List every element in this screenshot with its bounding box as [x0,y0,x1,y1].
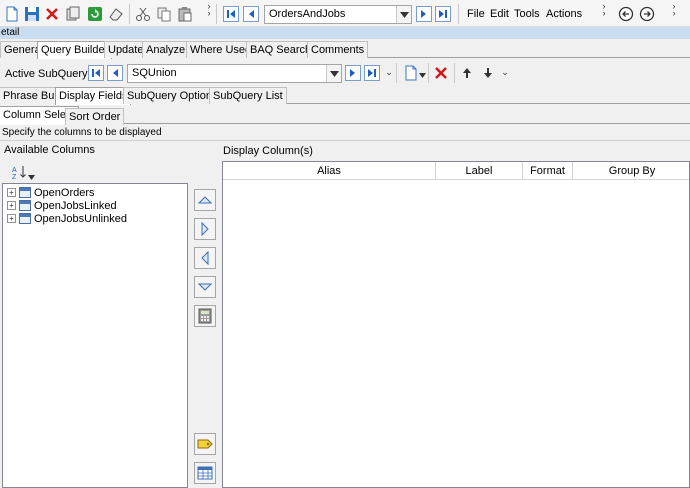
main-tab-strip: General Query Builder Update Analyze Whe… [0,40,690,59]
dashboard-combo-value: OrdersAndJobs [269,8,346,20]
first-record-icon[interactable] [223,6,239,22]
active-subquery-value: SQUnion [132,67,177,79]
copy-icon[interactable] [64,5,82,23]
move-down-icon[interactable] [479,64,497,82]
main-toolbar: › › OrdersAndJobs File Edit Tools Actions… [0,0,690,27]
query-builder-tab-strip: Phrase Build Display Fields SubQuery Opt… [0,86,690,105]
tab-sort-order[interactable]: Sort Order [65,108,125,125]
delete-subquery-icon[interactable] [432,64,450,82]
tab-baq-search[interactable]: BAQ Search [246,41,316,58]
display-fields-tab-strip: Column Select Sort Order [0,105,690,125]
paste-copy-icon[interactable] [155,5,173,23]
tag-icon [197,439,213,449]
expand-icon[interactable]: + [7,214,16,223]
subquery-last-icon[interactable] [364,65,380,81]
available-columns-tree[interactable]: + OpenOrders + OpenJobsLinked + OpenJobs… [2,183,188,488]
instruction-text: Specify the columns to be displayed [2,127,162,138]
triangle-up-icon [198,196,212,204]
back-icon[interactable] [617,5,635,23]
menu-tools[interactable]: Tools [514,8,540,20]
subquery-overflow-icon[interactable]: ⌄ [383,68,393,77]
next-record-icon[interactable] [416,6,432,22]
chevron-down-icon[interactable] [396,6,411,23]
paste-icon[interactable] [176,5,194,23]
last-record-icon[interactable] [435,6,451,22]
label-tag-button[interactable] [194,433,216,455]
chevron-down-icon[interactable] [326,65,341,82]
menu-file[interactable]: File [467,8,485,20]
triangle-down-icon [198,283,212,291]
subquery-next-icon[interactable] [345,65,361,81]
move-column-down-button[interactable] [194,276,216,298]
remove-column-button[interactable] [194,247,216,269]
active-subquery-combo[interactable]: SQUnion [127,64,342,83]
tab-subquery-list[interactable]: SubQuery List [209,87,287,104]
tab-subquery-options[interactable]: SubQuery Options [123,87,222,104]
menu-edit[interactable]: Edit [490,8,509,20]
menu-overflow-icon[interactable]: › › [598,2,608,18]
column-header-group-by[interactable]: Group By [573,162,690,180]
add-column-button[interactable] [194,218,216,240]
tree-node[interactable]: + OpenOrders [7,186,95,199]
subquery-first-icon[interactable] [88,65,104,81]
cut-icon[interactable] [134,5,152,23]
triangle-right-icon [201,222,209,236]
active-subquery-label: Active SubQuery: [5,68,91,80]
expand-icon[interactable]: + [7,201,16,210]
tab-comments[interactable]: Comments [307,41,369,58]
move-column-up-button[interactable] [194,189,216,211]
calculator-icon [198,308,212,324]
panel-title-strip: etail [0,27,690,39]
previous-record-icon[interactable] [243,6,259,22]
triangle-left-icon [201,251,209,265]
tree-node[interactable]: + OpenJobsLinked [7,199,117,212]
subquery-toolbar-overflow-icon[interactable]: ⌄ [499,68,509,77]
table-icon [19,213,31,224]
delete-icon[interactable] [43,5,61,23]
forward-icon[interactable] [638,5,656,23]
save-icon[interactable] [23,5,41,23]
table-icon [19,200,31,211]
sort-az-icon[interactable]: A Z [12,165,28,182]
grid-icon [197,466,213,480]
tree-node-label: OpenJobsLinked [34,199,117,212]
table-icon [19,187,31,198]
subquery-bar: Active SubQuery: SQUnion ⌄ ⌄ [0,59,690,86]
subquery-previous-icon[interactable] [107,65,123,81]
sort-dropdown-icon[interactable] [28,171,35,183]
tab-display-fields[interactable]: Display Fields [55,87,132,105]
grid-layout-button[interactable] [194,462,216,484]
display-columns-grid[interactable]: Alias Label Format Group By [222,161,690,488]
nav-overflow-icon[interactable]: › › [668,2,678,18]
new-subquery-icon[interactable] [402,64,420,82]
tree-node[interactable]: + OpenJobsUnlinked [7,212,127,225]
eraser-icon[interactable] [107,5,125,23]
menu-actions[interactable]: Actions [546,8,582,20]
move-up-icon[interactable] [458,64,476,82]
dashboard-combo[interactable]: OrdersAndJobs [264,5,412,24]
display-columns-title: Display Column(s) [223,145,313,157]
tab-where-used[interactable]: Where Used [186,41,256,58]
column-header-format[interactable]: Format [523,162,573,180]
svg-text:A: A [12,167,17,174]
tab-query-builder[interactable]: Query Builder [37,41,113,59]
refresh-icon[interactable] [86,5,104,23]
toolbar-overflow-icon[interactable]: › › [203,2,213,18]
tree-node-label: OpenJobsUnlinked [34,212,127,225]
available-columns-title: Available Columns [4,144,95,156]
new-icon[interactable] [3,5,21,23]
calculator-button[interactable] [194,305,216,327]
svg-text:Z: Z [12,174,17,179]
tab-analyze[interactable]: Analyze [142,41,190,58]
column-header-label[interactable]: Label [436,162,523,180]
grid-header: Alias Label Format Group By [223,162,689,180]
tab-update[interactable]: Update [104,41,148,58]
expand-icon[interactable]: + [7,188,16,197]
new-subquery-dropdown-icon[interactable] [419,69,426,81]
tree-node-label: OpenOrders [34,186,95,199]
column-header-alias[interactable]: Alias [223,162,436,180]
